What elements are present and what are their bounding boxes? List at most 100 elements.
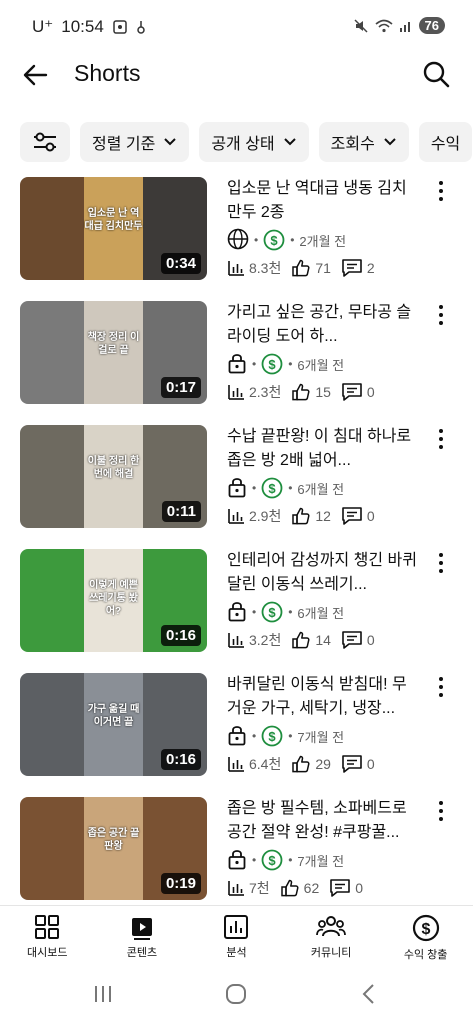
likes-count: 29	[315, 756, 331, 772]
separator-dot: •	[288, 481, 293, 495]
views-stat: 6.4천	[227, 754, 281, 774]
upload-age: 6개월 전	[297, 605, 345, 621]
bar-chart-icon	[228, 633, 244, 648]
thumbs-up-icon	[292, 383, 310, 401]
chip-sort[interactable]: 정렬 기준	[80, 122, 190, 162]
separator-dot: •	[288, 853, 293, 867]
visibility-icon[interactable]	[227, 228, 249, 253]
likes-count: 14	[315, 632, 331, 648]
video-thumbnail[interactable]: 이렇게 예쁜 쓰레기통 봤어? 0:16	[20, 549, 207, 652]
views-stat: 8.3천	[227, 258, 281, 278]
video-row-4[interactable]: 이렇게 예쁜 쓰레기통 봤어? 0:16 인테리어 감성까지 챙긴 바퀴 달린 …	[0, 549, 473, 673]
lock-icon	[228, 353, 246, 373]
chip-views[interactable]: 조회수	[318, 122, 409, 162]
nav-community[interactable]: 커뮤니티	[284, 906, 379, 965]
video-meta: • $ • 2개월 전	[227, 228, 417, 252]
video-title[interactable]: 입소문 난 역대급 냉동 김치만두 2종	[227, 177, 417, 225]
search-icon[interactable]	[421, 59, 451, 89]
video-thumbnail[interactable]: 가구 옮길 때 이거면 끝 0:16	[20, 673, 207, 776]
back-icon[interactable]	[358, 983, 380, 1005]
video-title[interactable]: 좁은 방 필수템, 소파베드로 공간 절약 완성! #쿠팡꿀...	[227, 797, 417, 845]
thumbs-up-icon	[292, 259, 310, 277]
views-count: 8.3천	[249, 260, 282, 276]
thumbs-up-icon	[292, 755, 310, 773]
comments-stat: 0	[341, 382, 375, 402]
video-row-1[interactable]: 입소문 난 역대급 김치만두 0:34 입소문 난 역대급 냉동 김치만두 2종…	[0, 177, 473, 301]
monetization-icon[interactable]: $	[261, 725, 283, 747]
video-title[interactable]: 수납 끝판왕! 이 침대 하나로 좁은 방 2배 넓어...	[227, 425, 417, 473]
chip-sort-label: 정렬 기준	[92, 136, 156, 153]
video-thumbnail[interactable]: 책장 정리 이걸로 끝 0:17	[20, 301, 207, 404]
more-vert-icon[interactable]	[431, 303, 451, 327]
comments-count: 0	[366, 756, 375, 772]
comments-count: 0	[366, 632, 375, 648]
visibility-icon[interactable]	[227, 724, 247, 749]
likes-stat: 14	[291, 630, 331, 650]
monetization-icon[interactable]: $	[261, 477, 283, 499]
dashboard-icon	[35, 915, 60, 939]
video-stats: 8.3천 71 2	[227, 256, 417, 280]
svg-text:$: $	[269, 853, 277, 868]
lock-icon	[228, 477, 246, 497]
page-title: Shorts	[74, 60, 141, 86]
video-title[interactable]: 인테리어 감성까지 챙긴 바퀴 달린 이동식 쓰레기...	[227, 549, 417, 597]
chevron-down-icon	[164, 138, 177, 146]
duration-badge: 0:16	[160, 625, 201, 646]
thumbs-up-icon	[292, 631, 310, 649]
home-icon[interactable]	[225, 983, 247, 1005]
chip-visibility[interactable]: 공개 상태	[199, 122, 309, 162]
comment-icon	[342, 507, 362, 525]
video-row-2[interactable]: 책장 정리 이걸로 끝 0:17 가리고 싶은 공간, 무타공 슬라이딩 도어 …	[0, 301, 473, 425]
chip-revenue[interactable]: 수익	[418, 122, 473, 162]
more-vert-icon[interactable]	[431, 179, 451, 203]
thumbs-up-icon	[280, 879, 299, 897]
video-list: 입소문 난 역대급 김치만두 0:34 입소문 난 역대급 냉동 김치만두 2종…	[0, 177, 473, 921]
thumbnail-left	[20, 425, 84, 528]
analytics-icon	[224, 915, 249, 939]
upload-age: 6개월 전	[297, 481, 345, 497]
bar-chart-icon	[228, 509, 244, 524]
visibility-icon[interactable]	[227, 476, 247, 501]
monetization-icon[interactable]: $	[261, 849, 283, 871]
filter-settings-button[interactable]	[20, 122, 70, 162]
views-count: 6.4천	[249, 756, 282, 772]
recents-icon[interactable]	[92, 983, 114, 1005]
monetization-icon[interactable]: $	[263, 229, 285, 251]
upload-age: 6개월 전	[297, 357, 345, 373]
separator-dot: •	[252, 729, 257, 743]
duration-badge: 0:19	[160, 873, 201, 894]
video-row-3[interactable]: 이불 정리 한번에 해결 0:11 수납 끝판왕! 이 침대 하나로 좁은 방 …	[0, 425, 473, 549]
video-info: 가리고 싶은 공간, 무타공 슬라이딩 도어 하... • $ • 6개월 전 …	[227, 301, 417, 404]
nav-dashboard[interactable]: 대시보드	[0, 906, 95, 965]
back-arrow-icon[interactable]	[20, 60, 50, 90]
visibility-icon[interactable]	[227, 848, 247, 873]
nav-earn[interactable]: $ 수익 창출	[378, 906, 473, 965]
video-row-6[interactable]: 좁은 공간 끝판왕 0:19 좁은 방 필수템, 소파베드로 공간 절약 완성!…	[0, 797, 473, 921]
more-vert-icon[interactable]	[431, 551, 451, 575]
nav-analytics[interactable]: 분석	[189, 906, 284, 965]
likes-stat: 62	[280, 878, 319, 898]
more-vert-icon[interactable]	[431, 799, 451, 823]
content-icon	[131, 918, 152, 940]
nav-content[interactable]: 콘텐츠	[95, 906, 190, 965]
visibility-icon[interactable]	[227, 600, 247, 625]
bottom-navigation: 대시보드 콘텐츠 분석 커뮤니티 $ 수익 창출	[0, 905, 473, 965]
video-thumbnail[interactable]: 입소문 난 역대급 김치만두 0:34	[20, 177, 207, 280]
visibility-icon[interactable]	[227, 352, 247, 377]
video-title[interactable]: 바퀴달린 이동식 받침대! 무거운 가구, 세탁기, 냉장...	[227, 673, 417, 721]
more-vert-icon[interactable]	[431, 427, 451, 451]
monetization-icon[interactable]: $	[261, 353, 283, 375]
battery-indicator: 76	[418, 17, 445, 34]
upload-age: 7개월 전	[297, 853, 345, 869]
more-vert-icon[interactable]	[431, 675, 451, 699]
thumbnail-left	[20, 549, 84, 652]
video-row-5[interactable]: 가구 옮길 때 이거면 끝 0:16 바퀴달린 이동식 받침대! 무거운 가구,…	[0, 673, 473, 797]
monetization-icon[interactable]: $	[261, 601, 283, 623]
thumbnail-caption: 좁은 공간 끝판왕	[87, 828, 140, 852]
comments-stat: 2	[341, 258, 375, 278]
video-thumbnail[interactable]: 좁은 공간 끝판왕 0:19	[20, 797, 207, 900]
video-thumbnail[interactable]: 이불 정리 한번에 해결 0:11	[20, 425, 207, 528]
video-title[interactable]: 가리고 싶은 공간, 무타공 슬라이딩 도어 하...	[227, 301, 417, 349]
thumbnail-caption: 가구 옮길 때 이거면 끝	[87, 704, 140, 728]
thumbnail-caption: 이불 정리 한번에 해결	[87, 456, 140, 480]
